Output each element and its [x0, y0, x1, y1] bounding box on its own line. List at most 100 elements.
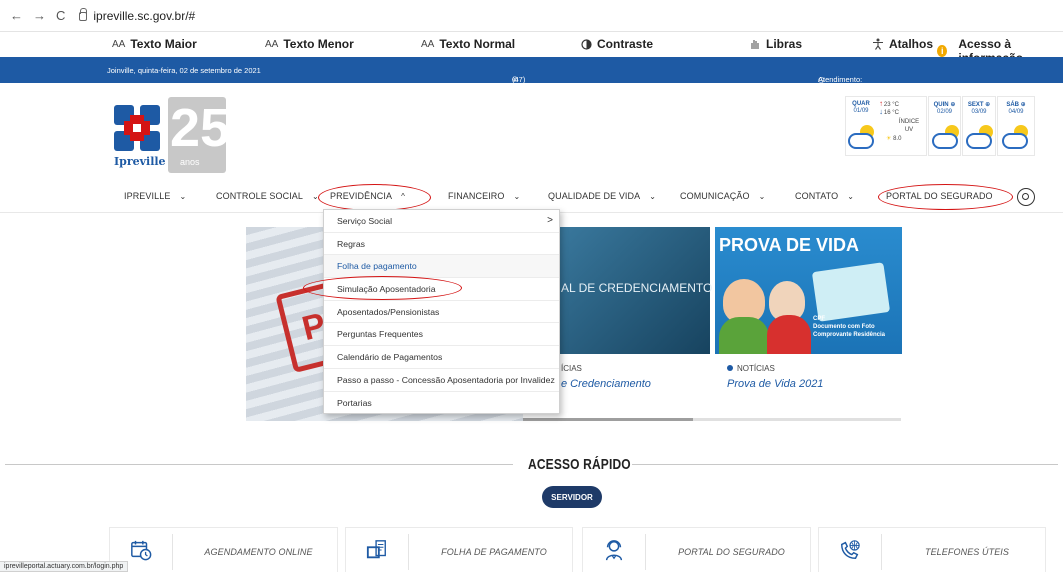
- site-logo[interactable]: Ipreville 25 anos: [108, 95, 230, 175]
- tile-portal-do-segurado[interactable]: PORTAL DO SEGURADO: [582, 527, 811, 572]
- chevron-up-icon: ^: [401, 192, 405, 201]
- hand-sign-icon: [751, 40, 759, 49]
- reload-icon[interactable]: C: [56, 8, 65, 23]
- chevron-down-icon: ⌄: [847, 192, 855, 201]
- weather-day-4: SÁB ⊕ 04/09: [997, 96, 1035, 156]
- menu-item-regras[interactable]: Regras: [324, 233, 559, 256]
- carousel-progress-bar[interactable]: [523, 418, 901, 421]
- menu-item-portarias[interactable]: Portarias: [324, 392, 559, 415]
- news-tag: NOTÍCIAS: [727, 364, 775, 373]
- contrast-icon: [581, 38, 592, 50]
- phone-globe-icon: [841, 540, 860, 559]
- expand-icon[interactable]: ⊕: [1021, 102, 1026, 108]
- tile-agendamento-online[interactable]: AGENDAMENTO ONLINE: [109, 527, 338, 572]
- menu-item-simulacao-aposentadoria[interactable]: Simulação Aposentadoria: [324, 278, 559, 301]
- forward-icon[interactable]: →: [33, 8, 46, 23]
- weather-today: QUAR 01/09 🠑 23 °C 🠓 16 °C ÍNDICE UV ☀ 8…: [845, 96, 927, 156]
- tile-label: AGENDAMENTO ONLINE: [204, 547, 313, 557]
- chevron-down-icon: ⌄: [312, 192, 319, 201]
- prova-de-vida-banner: PROVA DE VIDA CPF Documento com Foto Com…: [715, 227, 902, 354]
- expand-icon[interactable]: ⊕: [950, 102, 955, 108]
- elderly-man-shirt: [719, 317, 769, 354]
- lock-icon: [79, 8, 88, 21]
- cloud-icon: [932, 133, 958, 149]
- weather-day-3: SEXT ⊕ 03/09: [962, 96, 996, 156]
- cloud-icon: [848, 133, 874, 149]
- nav-contato[interactable]: CONTATO ⌄: [795, 191, 854, 201]
- search-icon[interactable]: [1017, 188, 1035, 206]
- sun-icon: ☀: [886, 135, 892, 142]
- tile-telefones-uteis[interactable]: TELEFONES ÚTEIS: [818, 527, 1046, 572]
- libras-label: Libras: [766, 37, 803, 51]
- anniversary-anos: anos: [180, 157, 200, 167]
- anniversary-badge: 25 anos: [168, 97, 230, 173]
- atalhos-label: Atalhos: [889, 37, 934, 51]
- news-title[interactable]: e Credenciamento: [561, 378, 651, 390]
- menu-item-calendario-de-pagamentos[interactable]: Calendário de Pagamentos: [324, 346, 559, 369]
- anniversary-number: 25: [170, 98, 231, 158]
- weather-day-2: QUIN ⊕ 02/09: [928, 96, 961, 156]
- font-size-icon: AA: [421, 38, 435, 50]
- contraste-label: Contraste: [597, 37, 654, 51]
- texto-menor-label: Texto Menor: [283, 37, 354, 51]
- chevron-right-icon: >: [547, 215, 553, 227]
- person-headset-icon: [605, 540, 623, 561]
- contraste-button[interactable]: Contraste: [581, 37, 653, 51]
- temp-up-icon: 🠑: [880, 102, 883, 108]
- info-bar: Joinville, quinta-feira, 02 de setembro …: [0, 57, 1063, 120]
- logo-cross-icon: [114, 105, 160, 151]
- menu-item-aposentados-pensionistas[interactable]: Aposentados/Pensionistas: [324, 301, 559, 324]
- font-size-icon: AA: [265, 38, 279, 50]
- chevron-down-icon: ⌄: [758, 192, 766, 201]
- nav-controle-social[interactable]: CONTROLE SOCIAL ⌄: [216, 191, 319, 201]
- current-date: Joinville, quinta-feira, 02 de setembro …: [107, 66, 261, 75]
- nav-ipreville[interactable]: IPREVILLE ⌄: [124, 191, 186, 201]
- nav-previdencia[interactable]: PREVIDÊNCIA ^: [330, 191, 405, 201]
- texto-maior-button[interactable]: AA Texto Maior: [112, 37, 197, 51]
- texto-menor-button[interactable]: AA Texto Menor: [265, 37, 354, 51]
- chevron-down-icon: ⌄: [179, 192, 187, 201]
- tile-separator: [881, 534, 882, 570]
- tile-folha-de-pagamento[interactable]: FOLHA DE PAGAMENTO: [345, 527, 573, 572]
- tile-label: FOLHA DE PAGAMENTO: [441, 547, 547, 557]
- texto-normal-label: Texto Normal: [439, 37, 516, 51]
- acesso-rapido-title: ACESSO RÁPIDO: [528, 456, 631, 473]
- nav-comunicacao[interactable]: COMUNICAÇÃO ⌄: [680, 191, 765, 201]
- section-divider-right: [632, 464, 1058, 465]
- bullet-icon: [727, 365, 733, 371]
- address-bar[interactable]: ipreville.sc.gov.br/#: [79, 8, 196, 23]
- url-text: ipreville.sc.gov.br/#: [93, 8, 196, 23]
- news-card-prova-de-vida[interactable]: PROVA DE VIDA CPF Documento com Foto Com…: [715, 227, 902, 421]
- logo-name: Ipreville: [114, 155, 166, 168]
- tile-label: PORTAL DO SEGURADO: [678, 547, 785, 557]
- back-icon[interactable]: ←: [10, 8, 23, 23]
- tile-separator: [408, 534, 409, 570]
- servidor-button[interactable]: SERVIDOR: [542, 486, 602, 508]
- menu-item-perguntas-frequentes[interactable]: Perguntas Frequentes: [324, 323, 559, 347]
- required-docs-list: CPF Documento com Foto Comprovante Resid…: [813, 316, 886, 339]
- news-title[interactable]: Prova de Vida 2021: [727, 378, 823, 390]
- nav-qualidade-de-vida[interactable]: QUALIDADE DE VIDA ⌄: [548, 191, 656, 201]
- accessibility-bar: AA Texto Maior AA Texto Menor AA Texto N…: [0, 32, 1063, 65]
- info-icon: i: [937, 45, 948, 57]
- texto-maior-label: Texto Maior: [130, 37, 197, 51]
- libras-button[interactable]: Libras: [749, 37, 802, 51]
- browser-toolbar: ← → C ipreville.sc.gov.br/#: [0, 0, 1063, 32]
- menu-item-folha-de-pagamento[interactable]: Folha de pagamento: [324, 255, 559, 279]
- nav-financeiro[interactable]: FINANCEIRO ⌄: [448, 191, 520, 201]
- weather-date: 01/09: [853, 108, 869, 114]
- news-tag: ÍCIAS: [561, 364, 582, 373]
- chevron-down-icon: ⌄: [649, 192, 657, 201]
- accessibility-person-icon: [873, 38, 883, 50]
- tile-label: TELEFONES ÚTEIS: [924, 547, 1010, 557]
- menu-item-servico-social[interactable]: Serviço Social >: [324, 210, 559, 233]
- nav-portal-do-segurado[interactable]: PORTAL DO SEGURADO: [886, 191, 993, 201]
- font-size-icon: AA: [112, 38, 126, 50]
- menu-item-passo-a-passo-invalidez[interactable]: Passo a passo - Concessão Aposentadoria …: [324, 369, 559, 392]
- atalhos-button[interactable]: Atalhos: [872, 37, 933, 51]
- document-image: [811, 262, 891, 322]
- weather-day: QUAR: [852, 101, 870, 107]
- texto-normal-button[interactable]: AA Texto Normal: [421, 37, 515, 51]
- expand-icon[interactable]: ⊕: [985, 102, 990, 108]
- chevron-down-icon: ⌄: [513, 192, 521, 201]
